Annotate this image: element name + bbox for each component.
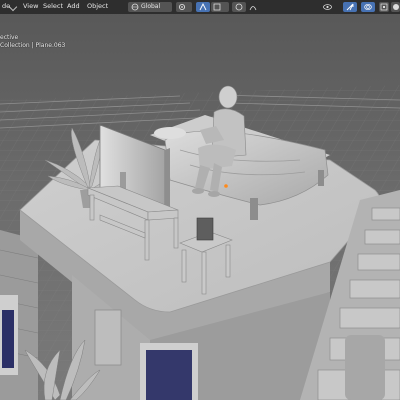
wall-panel <box>94 309 122 366</box>
shading-solid-icon <box>393 4 399 10</box>
proportional-icon <box>235 3 243 11</box>
viewport-header: de View Select Add Object Global <box>0 0 400 14</box>
viewport-mode-text: ective <box>0 34 19 41</box>
menu-select[interactable]: Select <box>43 2 63 11</box>
menu-add[interactable]: Add <box>67 2 80 11</box>
xray-icon <box>380 3 388 11</box>
transform-orientation-label: Global <box>141 3 161 10</box>
3d-viewport-canvas[interactable] <box>0 0 400 400</box>
menu-view[interactable]: View <box>23 2 38 11</box>
overlay-icon <box>364 4 372 10</box>
support-column <box>345 335 385 400</box>
door-glass <box>146 350 192 400</box>
speaker-object <box>196 217 214 241</box>
visibility-icon[interactable] <box>323 3 332 11</box>
object-origin-dot <box>224 184 228 188</box>
pivot-icon <box>178 3 186 11</box>
viewport-active-object-text: Collection | Plane.063 <box>0 42 66 49</box>
menu-object[interactable]: Object <box>87 2 108 11</box>
falloff-icon[interactable] <box>249 3 257 11</box>
blender-3d-viewport-window: de View Select Add Object Global ective … <box>0 0 400 400</box>
snap-target-icon <box>213 3 221 11</box>
snap-icon <box>199 3 207 11</box>
window-left-glass <box>2 310 14 368</box>
gizmo-icon <box>346 3 354 11</box>
orientation-icon <box>131 3 139 11</box>
